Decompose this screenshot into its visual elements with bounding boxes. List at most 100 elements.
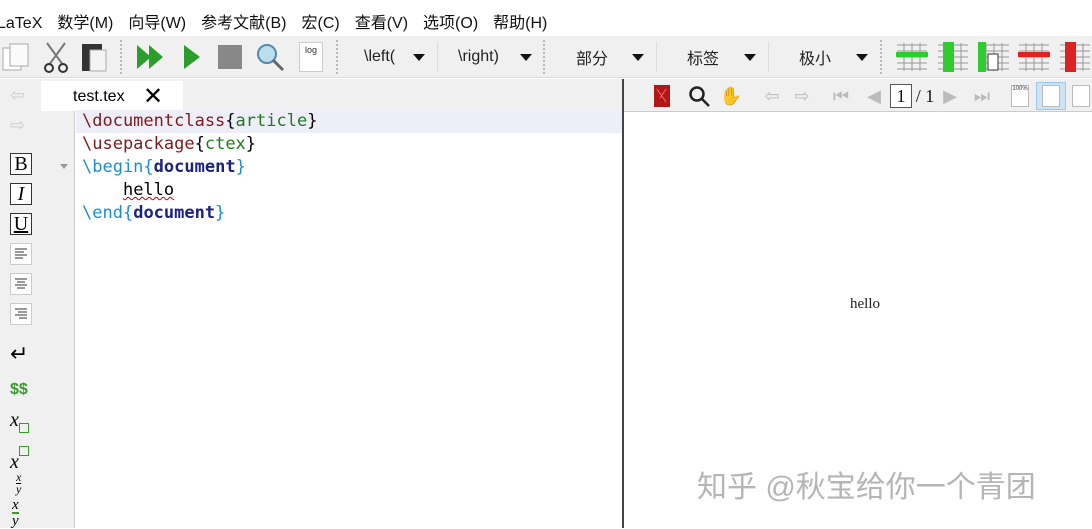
copy-button[interactable]	[0, 40, 32, 74]
build-view-button[interactable]	[134, 40, 168, 74]
label-label: 标签	[687, 51, 720, 68]
last-page-button[interactable]: ⏭	[970, 83, 994, 109]
table-add-column-icon	[938, 42, 968, 72]
left-structure-toolbar: ⇦ ⇨ B I U ↵ $$ x x xy xy	[0, 79, 75, 529]
first-page-button[interactable]: ⏮	[829, 83, 853, 109]
dfrac-denominator: y	[12, 512, 19, 529]
pdf-forward-button[interactable]: ⇨	[790, 83, 814, 109]
chevron-down-icon	[632, 54, 644, 61]
menu-math[interactable]: 数学(M)	[57, 9, 113, 33]
code-editor[interactable]: \documentclass{article} \usepackage{ctex…	[60, 110, 622, 528]
menu-view[interactable]: 查看(V)	[355, 9, 408, 33]
last-page-icon: ⏭	[973, 85, 991, 106]
page-number-input[interactable]: 1	[890, 84, 912, 108]
left-delimiter-dropdown[interactable]: \left(	[350, 42, 435, 72]
chevron-down-icon	[520, 54, 532, 61]
fold-arrow-icon[interactable]	[60, 164, 68, 169]
code-line: hello	[122, 180, 175, 200]
section-label: 部分	[576, 51, 609, 68]
fit-width-button[interactable]	[1036, 82, 1066, 110]
tab-test-tex[interactable]: test.tex ✕	[41, 81, 183, 111]
back-icon: ⇦	[764, 85, 780, 106]
previous-page-button[interactable]: ◀	[862, 83, 886, 109]
log-button[interactable]: log	[296, 40, 326, 74]
align-right-icon	[15, 308, 27, 319]
search-icon	[689, 86, 710, 107]
dfrac-numerator: x	[12, 497, 19, 513]
fit-page-button[interactable]	[1070, 83, 1092, 109]
table-remove-column-icon	[1060, 42, 1090, 72]
fraction-button[interactable]: xy	[16, 471, 22, 496]
pdf-book-button[interactable]	[650, 83, 674, 109]
forward-icon[interactable]: ⇨	[10, 115, 25, 136]
forward-icon: ⇨	[794, 85, 810, 106]
chevron-down-icon	[413, 54, 425, 61]
code-line: \documentclass{article}	[82, 111, 318, 131]
fast-forward-icon	[137, 45, 163, 69]
fraction-denominator: y	[16, 482, 22, 496]
menu-bibliography[interactable]: 参考文献(B)	[201, 9, 286, 33]
return-arrow-icon: ↵	[10, 341, 29, 366]
pdf-text: hello	[850, 296, 880, 312]
next-page-button[interactable]: ▶	[938, 83, 962, 109]
stop-button[interactable]	[215, 40, 245, 74]
table-column-page-icon	[978, 42, 1009, 72]
code-line: \end{document}	[82, 203, 226, 223]
align-column-button[interactable]	[977, 40, 1011, 74]
superscript-box-icon	[18, 445, 29, 456]
compile-button[interactable]	[178, 40, 206, 74]
view-button[interactable]	[253, 40, 287, 74]
italic-button[interactable]: I	[10, 183, 32, 205]
hand-tool-button[interactable]: ✋	[718, 83, 744, 109]
subscript-button[interactable]: x	[10, 407, 29, 433]
hand-icon: ✋	[719, 85, 743, 106]
add-column-button[interactable]	[936, 40, 970, 74]
dfrac-button[interactable]: xy	[12, 497, 19, 529]
page-text-icon	[1072, 85, 1090, 107]
code-line: \begin{document}	[82, 157, 246, 177]
math-mode-button[interactable]: $$	[10, 381, 28, 399]
stop-icon	[218, 45, 242, 69]
cut-button[interactable]	[40, 40, 72, 74]
first-page-icon: ⏮	[832, 85, 850, 106]
editor-tab-bar: test.tex ✕	[40, 79, 623, 111]
menu-macros[interactable]: 宏(C)	[301, 9, 339, 33]
main-toolbar: log \left( \right) 部分 标签 极小	[0, 36, 1092, 78]
previous-page-icon: ◀	[867, 85, 881, 106]
close-icon[interactable]: ✕	[143, 82, 163, 111]
menu-wizard[interactable]: 向导(W)	[128, 9, 186, 33]
play-icon	[184, 45, 200, 69]
paste-button[interactable]	[78, 40, 110, 74]
subscript-box-icon	[18, 423, 29, 433]
newline-button[interactable]: ↵	[10, 341, 28, 367]
table-add-row-icon	[896, 43, 928, 71]
menu-help[interactable]: 帮助(H)	[493, 9, 547, 33]
pdf-book-icon	[654, 85, 670, 107]
add-row-button[interactable]	[895, 40, 929, 74]
remove-row-button[interactable]	[1017, 40, 1051, 74]
section-dropdown[interactable]: 部分	[548, 42, 654, 72]
align-left-button[interactable]	[10, 243, 32, 265]
back-icon[interactable]: ⇦	[10, 85, 25, 106]
page-fit-width-icon	[1042, 85, 1060, 107]
align-center-button[interactable]	[10, 273, 32, 295]
pdf-back-button[interactable]: ⇦	[760, 83, 784, 109]
chevron-down-icon	[856, 54, 868, 61]
align-right-button[interactable]	[10, 303, 32, 325]
align-left-icon	[15, 248, 27, 259]
code-line: \usepackage{ctex}	[82, 134, 257, 154]
remove-column-button[interactable]	[1058, 40, 1092, 74]
next-page-icon: ▶	[943, 85, 957, 106]
label-dropdown[interactable]: 标签	[656, 42, 766, 72]
pdf-toolbar: ✋ ⇦ ⇨ ⏮ ◀ 1 / 1 ▶ ⏭ 100%	[624, 79, 1092, 112]
bold-button[interactable]: B	[10, 153, 32, 175]
menu-options[interactable]: 选项(O)	[423, 9, 478, 33]
actual-size-button[interactable]: 100%	[1008, 83, 1032, 109]
menu-latex[interactable]: LaTeX	[0, 15, 42, 33]
underline-button[interactable]: U	[10, 213, 32, 235]
right-delimiter-dropdown[interactable]: \right)	[437, 42, 542, 72]
right-delimiter-label: \right)	[458, 48, 499, 65]
page-total: / 1	[915, 85, 935, 106]
pdf-zoom-button[interactable]	[686, 83, 712, 109]
size-dropdown[interactable]: 极小	[768, 42, 878, 72]
